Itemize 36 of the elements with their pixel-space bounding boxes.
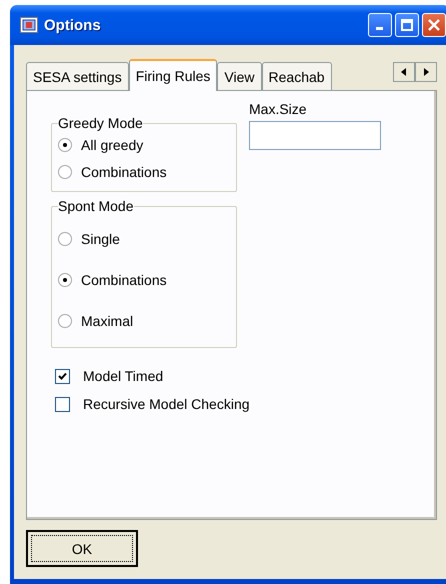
radio-button[interactable] [58, 138, 72, 152]
checkbox-label[interactable]: Recursive Model Checking [83, 396, 250, 412]
max-size-field[interactable] [249, 121, 381, 150]
scroll-left-button[interactable] [393, 62, 415, 82]
right-arrow-icon [423, 68, 429, 76]
radio-button[interactable] [58, 272, 72, 286]
checkbox-label[interactable]: Model Timed [83, 368, 164, 384]
group-title: Greedy Mode [58, 115, 143, 131]
scroll-right-button[interactable] [415, 62, 437, 82]
app-icon [20, 17, 38, 33]
group-title: Spont Mode [58, 198, 134, 214]
minimize-button[interactable] [368, 13, 392, 37]
maximize-button[interactable] [395, 13, 419, 37]
radio-label[interactable]: Combinations [81, 164, 167, 180]
field-label: Max.Size [249, 101, 308, 117]
radio-button[interactable] [58, 164, 72, 178]
checkbox[interactable] [55, 368, 70, 384]
checkbox[interactable] [55, 396, 70, 412]
maximize-icon [401, 19, 413, 31]
tab[interactable]: View [217, 62, 262, 90]
radio-button[interactable] [58, 232, 72, 246]
radio-label[interactable]: Maximal [81, 312, 134, 328]
tab[interactable]: Firing Rules [128, 59, 218, 91]
close-icon [428, 19, 440, 31]
tab[interactable]: SESA settings [26, 62, 129, 90]
radio-label[interactable]: All greedy [81, 136, 144, 152]
radio-label[interactable]: Combinations [81, 272, 167, 288]
radio-button[interactable] [58, 314, 72, 328]
tab[interactable]: Reachab [262, 62, 332, 90]
radio-label[interactable]: Single [81, 230, 120, 246]
left-arrow-icon [401, 68, 407, 76]
check-icon [58, 372, 67, 380]
window-title: Options [44, 16, 102, 34]
minimize-icon [376, 27, 382, 30]
close-button[interactable] [422, 13, 446, 37]
ok-button[interactable]: OK [26, 530, 138, 567]
